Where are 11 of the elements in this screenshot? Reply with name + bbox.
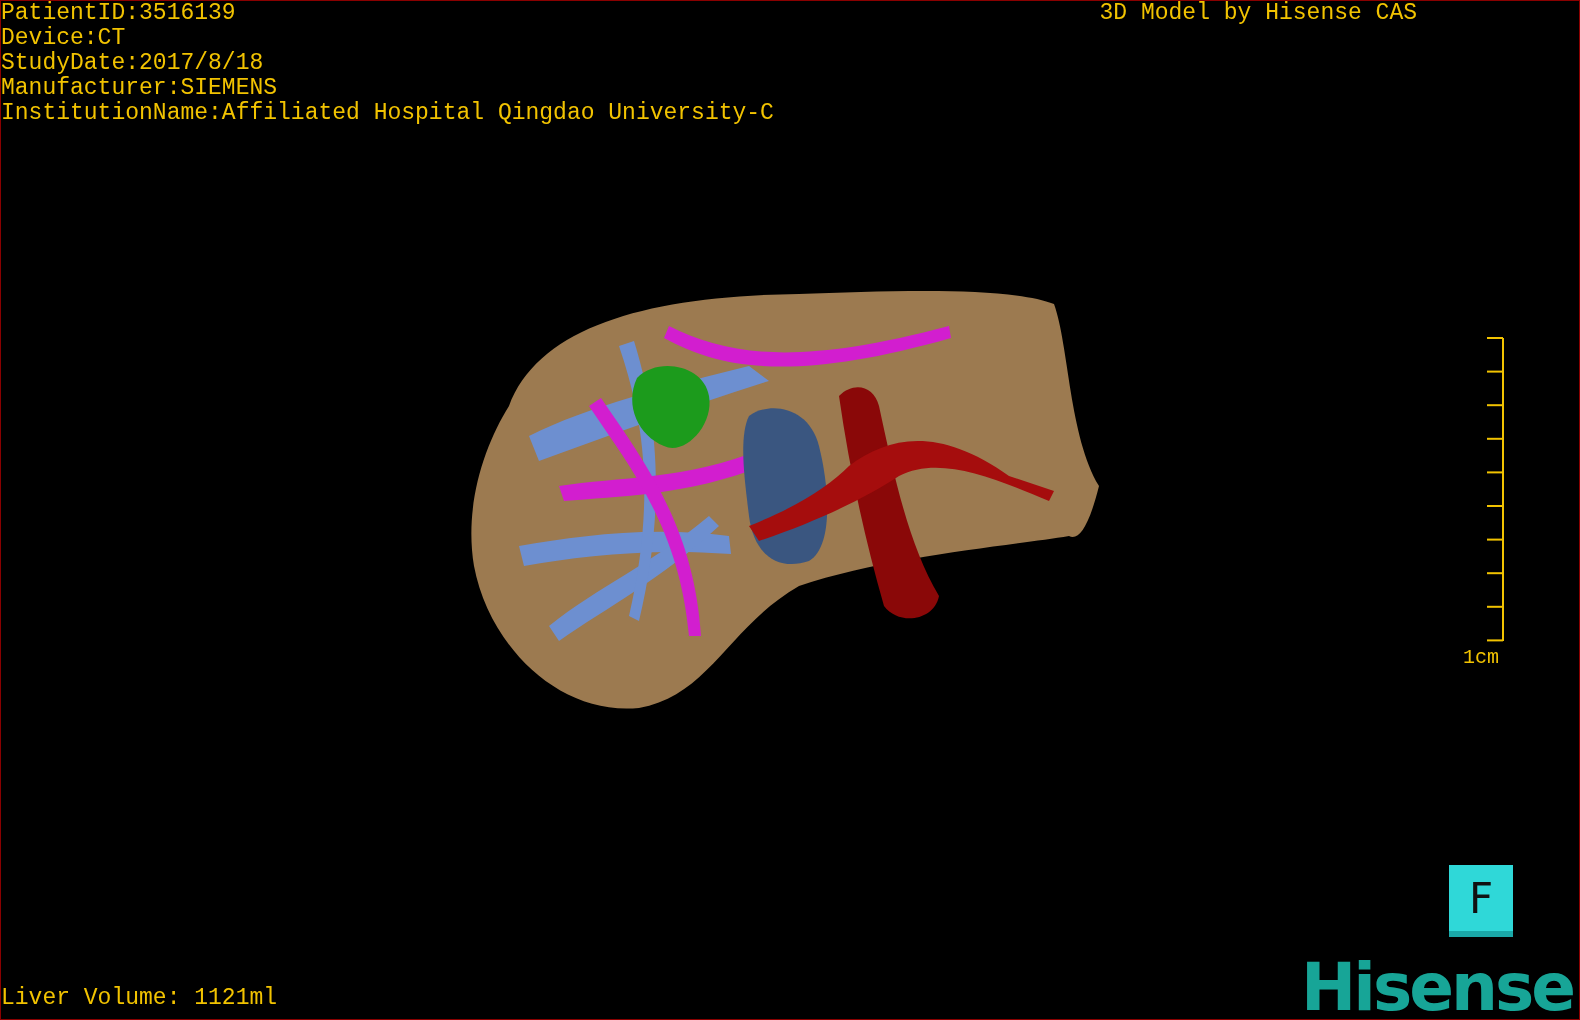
info-text: Device:CT [1,26,127,51]
liver-volume-text: Liver Volume: 1121ml [1,986,278,1011]
scale-label: 1cm [1463,646,1499,669]
info-text: StudyDate:2017/8/18 [1,51,265,76]
info-text: PatientID:3516139 [1,1,237,26]
credit-text: 3D Model by Hisense CAS [1099,1,1417,28]
brand-logo: Hisense [1301,957,1573,1019]
scale-ruler-icon [1487,336,1505,644]
info-text: InstitutionName:Affiliated Hospital Qingdao University-C [1,101,775,126]
info-text: Manufacturer:SIEMENS [1,76,279,101]
orientation-button[interactable]: F [1449,865,1513,937]
